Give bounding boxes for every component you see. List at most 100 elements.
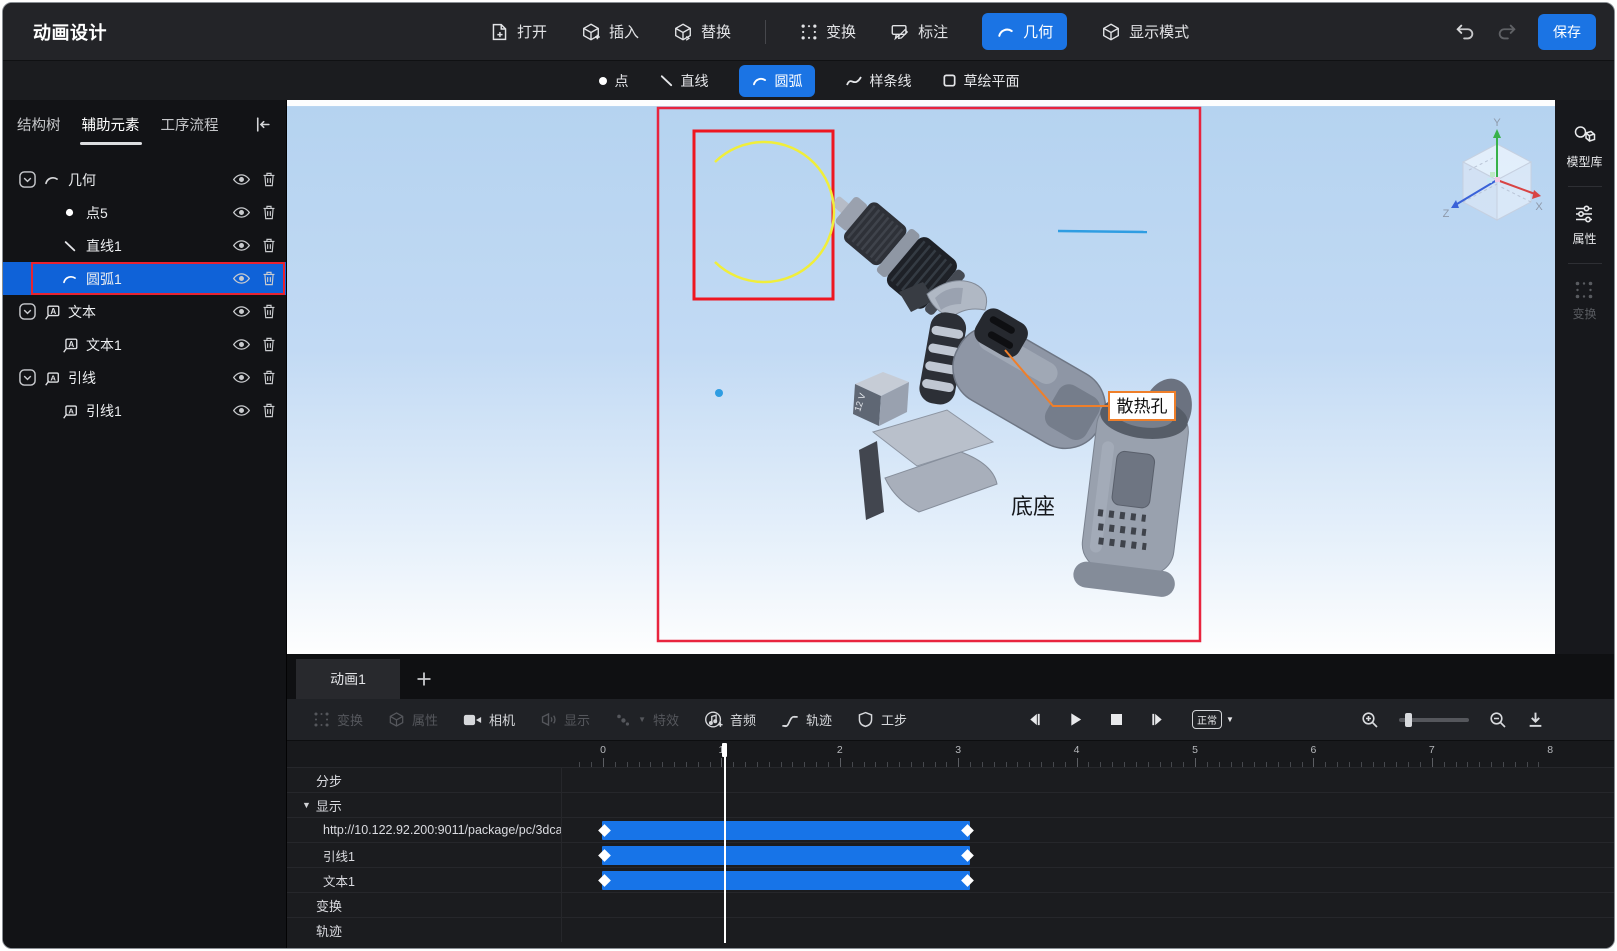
trash-icon[interactable] [262,172,276,187]
track[interactable] [561,893,1614,917]
timeline-transform-button[interactable]: 变换 [313,710,363,729]
callout-label[interactable]: 散热孔 [1108,391,1176,421]
arc-entity[interactable] [714,140,836,284]
keyframe-diamond[interactable] [598,874,611,887]
tree-item-text1[interactable]: A 文本1 [3,328,286,361]
keyframe-diamond[interactable] [598,824,611,837]
eye-icon[interactable] [233,404,250,417]
track[interactable] [561,768,1614,792]
trash-icon[interactable] [262,304,276,319]
display-track-button[interactable]: 显示 [540,710,590,729]
trash-icon[interactable] [262,205,276,220]
timeline-row-text1[interactable]: 文本1 [287,867,1614,892]
annotate-button[interactable]: 标注 [890,21,948,42]
sketch-plane-tool[interactable]: 草绘平面 [942,71,1020,91]
tab-auxiliary-elements[interactable]: 辅助元素 [79,108,142,145]
play-button[interactable] [1069,712,1083,727]
speed-selector[interactable]: 正常 ▼ [1192,710,1234,729]
eye-icon[interactable] [233,272,250,285]
keyframe-bar[interactable] [598,871,974,890]
timeline-row-leader1[interactable]: 引线1 [287,842,1614,867]
model-library-button[interactable]: 模型库 [1566,124,1603,170]
trajectory-button[interactable]: 轨迹 [781,710,832,729]
zoom-out-icon[interactable] [1489,711,1507,729]
tree-item-text-group[interactable]: A 文本 [3,295,286,328]
slider-knob[interactable] [1405,712,1412,727]
arc-tool[interactable]: 圆弧 [738,64,815,97]
trash-icon[interactable] [262,403,276,418]
add-animation-tab-button[interactable] [400,659,448,699]
playhead[interactable] [722,743,728,943]
redo-icon[interactable] [1496,21,1518,43]
timeline-zoom-slider[interactable] [1399,712,1469,727]
stop-button[interactable] [1110,713,1123,726]
camera-button[interactable]: 相机 [463,710,515,729]
keyframe-diamond[interactable] [960,824,974,837]
eye-icon[interactable] [233,239,250,252]
tab-process-flow[interactable]: 工序流程 [161,108,219,141]
base-text-label[interactable]: 底座 [1011,495,1055,520]
eye-icon[interactable] [233,206,250,219]
workstep-button[interactable]: 工步 [857,710,907,729]
tree-item-leader-group[interactable]: A 引线 [3,361,286,394]
expand-arrow-icon[interactable]: ▼ [302,800,311,810]
keyframe-diamond[interactable] [960,849,974,862]
step-back-button[interactable] [1027,712,1042,727]
replace-button[interactable]: 替换 [673,21,731,42]
tree-item-arc1-selected[interactable]: 圆弧1 [3,262,286,295]
keyframe-bar[interactable] [598,846,974,865]
orientation-gizmo[interactable]: Y Z X [1443,117,1544,221]
tree-item-leader1[interactable]: A 引线1 [3,394,286,427]
tab-structure-tree[interactable]: 结构树 [17,108,61,141]
eye-icon[interactable] [233,371,250,384]
timeline-row-transform[interactable]: 变换 [287,892,1614,917]
step-forward-button[interactable] [1150,712,1165,727]
export-download-icon[interactable] [1527,711,1544,728]
chevron-box-icon[interactable] [19,171,36,188]
eye-icon[interactable] [233,173,250,186]
keyframe-diamond[interactable] [598,849,611,862]
track[interactable] [561,868,1614,892]
point-entity[interactable] [715,389,723,397]
viewport-3d[interactable]: 12 V 散热孔 底座 Y Z X [287,100,1561,654]
audio-button[interactable]: 音频 [704,710,756,729]
track[interactable] [561,818,1614,842]
chevron-box-icon[interactable] [19,369,36,386]
insert-button[interactable]: 插入 [581,21,639,42]
display-mode-button[interactable]: 显示模式 [1101,21,1189,42]
timeline-row-package-url[interactable]: http://10.122.92.200:9011/package/pc/3dc… [287,817,1614,842]
animation-tab[interactable]: 动画1 [296,659,400,699]
undo-icon[interactable] [1454,21,1476,43]
keyframe-bar[interactable] [598,821,974,840]
timeline-ruler[interactable]: 012345678 [287,741,1614,767]
transform-rail-button[interactable]: 变换 [1572,280,1597,322]
save-button[interactable]: 保存 [1538,13,1596,50]
zoom-in-icon[interactable] [1361,711,1379,729]
geometry-button[interactable]: 几何 [982,13,1068,50]
tree-item-line1[interactable]: 直线1 [3,229,286,262]
transform-button[interactable]: 变换 [800,21,856,42]
track[interactable] [561,918,1614,942]
properties-button[interactable]: 属性 [1572,203,1597,247]
timeline-properties-button[interactable]: 属性 [388,710,438,729]
trash-icon[interactable] [262,238,276,253]
point-tool[interactable]: 点 [598,71,629,91]
timeline-row-display[interactable]: ▼ 显示 [287,792,1614,817]
open-button[interactable]: 打开 [490,21,547,42]
keyframe-diamond[interactable] [960,874,974,887]
line-tool[interactable]: 直线 [659,71,709,91]
viewport-canvas[interactable]: 12 V 散热孔 底座 Y Z X [287,100,1561,654]
trash-icon[interactable] [262,271,276,286]
timeline-row-steps[interactable]: 分步 [287,767,1614,792]
eye-icon[interactable] [233,305,250,318]
effects-button[interactable]: ▼ 特效 [615,710,679,729]
eye-icon[interactable] [233,338,250,351]
timeline-row-trajectory[interactable]: 轨迹 [287,917,1614,942]
playhead-handle[interactable] [722,743,728,757]
trash-icon[interactable] [262,337,276,352]
track[interactable] [561,793,1614,817]
track[interactable] [561,843,1614,867]
trash-icon[interactable] [262,370,276,385]
tree-item-point5[interactable]: 点5 [3,196,286,229]
spline-tool[interactable]: 样条线 [845,71,912,91]
